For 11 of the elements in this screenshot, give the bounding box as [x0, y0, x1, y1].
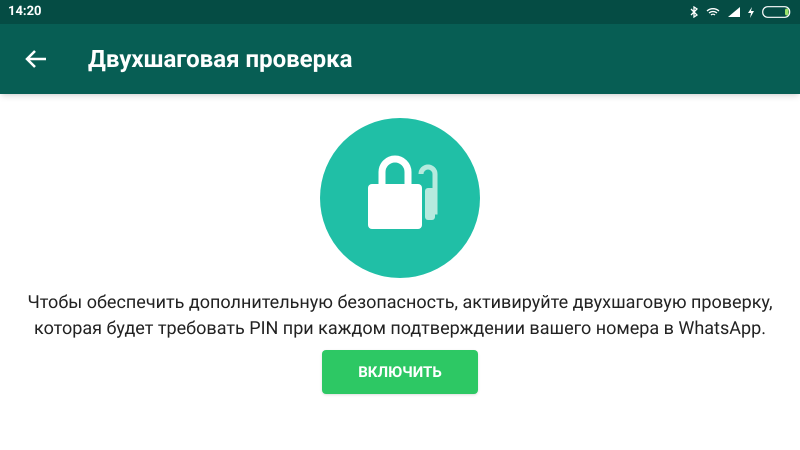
lock-icon	[320, 118, 480, 278]
status-time: 14:20	[8, 3, 42, 22]
charging-icon	[748, 6, 754, 18]
enable-button[interactable]: ВКЛЮЧИТЬ	[322, 350, 478, 394]
bluetooth-icon	[690, 6, 698, 18]
back-arrow-icon	[25, 49, 47, 69]
screen-title: Двухшаговая проверка	[88, 44, 352, 75]
wifi-icon	[706, 7, 720, 17]
battery-icon	[762, 6, 792, 18]
signal-icon	[728, 7, 740, 17]
description-text: Чтобы обеспечить дополнительную безопасность, активируйте двухшаговую проверку, которая будет требовать PIN при каждом подтверждении вашего номера в WhatsApp.	[26, 291, 774, 341]
